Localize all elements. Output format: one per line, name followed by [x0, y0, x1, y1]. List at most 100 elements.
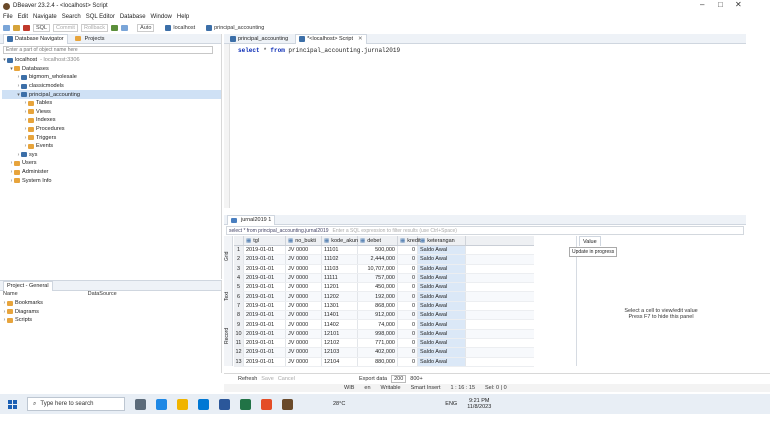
lock-icon[interactable]: [121, 24, 129, 31]
table-cell[interactable]: 450,000: [358, 283, 398, 292]
table-cell[interactable]: 2019-01-01: [244, 246, 286, 255]
table-cell[interactable]: JV 0000: [286, 246, 322, 255]
tree-item[interactable]: ▾ principal_accounting: [2, 90, 221, 99]
table-row[interactable]: 4 2019-01-01 JV 0000 11111 757,000 0 Saldo Awa…: [234, 273, 534, 284]
table-cell[interactable]: 11102: [322, 255, 358, 264]
table-cell[interactable]: 2019-01-01: [244, 348, 286, 357]
auto-commit-toggle[interactable]: Auto: [137, 23, 155, 32]
table-cell[interactable]: JV 0000: [286, 264, 322, 273]
edge-icon[interactable]: [156, 398, 167, 410]
new-connection-icon[interactable]: [3, 24, 10, 31]
table-cell[interactable]: JV 0000: [286, 255, 322, 264]
table-cell[interactable]: JV 0000: [286, 329, 322, 338]
table-cell[interactable]: 11111: [322, 273, 358, 283]
table-cell[interactable]: 2019-01-01: [244, 311, 286, 320]
table-cell[interactable]: 0: [398, 301, 418, 311]
tab-projects[interactable]: Projects: [72, 34, 108, 44]
connection-selector[interactable]: localhost: [165, 24, 195, 31]
table-cell[interactable]: 0: [398, 311, 418, 320]
table-cell[interactable]: Saldo Awal: [418, 292, 466, 301]
table-cell[interactable]: Saldo Awal: [418, 357, 466, 366]
table-cell[interactable]: 912,000: [358, 311, 398, 320]
tree-item[interactable]: › System Info: [2, 176, 221, 185]
table-cell[interactable]: 11103: [322, 264, 358, 273]
mail-icon[interactable]: [198, 398, 209, 410]
table-cell[interactable]: 11201: [322, 283, 358, 292]
column-header[interactable]: ▦ no_bukti: [286, 236, 322, 245]
fetch-size-input[interactable]: 200: [391, 374, 407, 383]
tree-item[interactable]: › Procedures: [2, 125, 221, 134]
table-cell[interactable]: JV 0000: [286, 320, 322, 329]
table-cell[interactable]: 12104: [322, 357, 358, 366]
table-cell[interactable]: Saldo Awal: [418, 311, 466, 320]
tree-item[interactable]: › Administer: [2, 168, 221, 177]
taskview-icon[interactable]: [135, 398, 146, 410]
excel-icon[interactable]: [240, 398, 251, 410]
table-cell[interactable]: JV 0000: [286, 357, 322, 366]
table-cell[interactable]: 757,000: [358, 273, 398, 283]
table-cell[interactable]: 2019-01-01: [244, 329, 286, 338]
table-cell[interactable]: 12102: [322, 338, 358, 348]
tab-close-icon[interactable]: ✕: [358, 36, 363, 42]
table-cell[interactable]: 192,000: [358, 292, 398, 301]
table-cell[interactable]: Saldo Awal: [418, 301, 466, 311]
table-cell[interactable]: 74,000: [358, 320, 398, 329]
table-cell[interactable]: 0: [398, 273, 418, 283]
table-cell[interactable]: 2019-01-01: [244, 292, 286, 301]
table-row[interactable]: 6 2019-01-01 JV 0000 11202 192,000 0 Saldo Awa…: [234, 292, 534, 302]
table-cell[interactable]: 10,707,000: [358, 264, 398, 273]
table-cell[interactable]: 11101: [322, 246, 358, 255]
table-row[interactable]: 13 2019-01-01 JV 0000 12104 880,000 0 Saldo Aw…: [234, 357, 534, 367]
tree-item[interactable]: › bigmom_wholesale: [2, 73, 221, 82]
table-cell[interactable]: 11202: [322, 292, 358, 301]
table-row[interactable]: 11 2019-01-01 JV 0000 12102 771,000 0 Saldo Aw…: [234, 338, 534, 349]
tree-item[interactable]: › Indexes: [2, 116, 221, 125]
export-data-button[interactable]: Export data: [359, 376, 387, 382]
side-tab-record[interactable]: Record: [224, 316, 230, 356]
tree-item[interactable]: › Tables: [2, 99, 221, 108]
table-cell[interactable]: 2019-01-01: [244, 273, 286, 283]
table-cell[interactable]: Saldo Awal: [418, 246, 466, 255]
tab-results-jurnal2019[interactable]: jurnal2019 1: [227, 214, 276, 225]
table-cell[interactable]: 868,000: [358, 301, 398, 311]
table-cell[interactable]: 0: [398, 348, 418, 357]
side-tab-grid[interactable]: Grid: [224, 236, 230, 276]
menu-sql-editor[interactable]: SQL Editor: [86, 14, 115, 20]
table-row[interactable]: 2 2019-01-01 JV 0000 11102 2,444,000 0 Saldo A…: [234, 255, 534, 265]
rollback-button[interactable]: Rollback: [80, 23, 109, 32]
chrome-icon[interactable]: [261, 398, 272, 410]
tree-item[interactable]: › Triggers: [2, 133, 221, 142]
refresh-button[interactable]: Refresh: [238, 376, 257, 382]
table-row[interactable]: 5 2019-01-01 JV 0000 11201 450,000 0 Saldo Awa…: [234, 283, 534, 293]
navigator-filter-input[interactable]: [3, 46, 213, 54]
table-row[interactable]: 8 2019-01-01 JV 0000 11401 912,000 0 Saldo Awa…: [234, 311, 534, 321]
tree-item[interactable]: › Users: [2, 159, 221, 168]
minimize-button[interactable]: –: [700, 0, 704, 9]
menu-navigate[interactable]: Navigate: [33, 14, 57, 20]
table-cell[interactable]: 998,000: [358, 329, 398, 338]
file-explorer-icon[interactable]: [177, 398, 188, 410]
table-cell[interactable]: 12103: [322, 348, 358, 357]
table-cell[interactable]: JV 0000: [286, 283, 322, 292]
menu-window[interactable]: Window: [151, 14, 172, 20]
result-filter-bar[interactable]: select * from principal_accounting.jurna…: [226, 226, 744, 235]
table-cell[interactable]: JV 0000: [286, 301, 322, 311]
column-header[interactable]: ▦ debet: [358, 236, 398, 245]
tree-item[interactable]: › Events: [2, 142, 221, 151]
table-cell[interactable]: JV 0000: [286, 338, 322, 348]
table-cell[interactable]: 0: [398, 264, 418, 273]
table-cell[interactable]: 11301: [322, 301, 358, 311]
table-cell[interactable]: 12101: [322, 329, 358, 338]
table-cell[interactable]: JV 0000: [286, 273, 322, 283]
table-cell[interactable]: Saldo Awal: [418, 338, 466, 348]
tab-script[interactable]: *<localhost> Script ✕: [295, 33, 367, 44]
tab-project-general[interactable]: Project - General: [3, 280, 53, 291]
table-cell[interactable]: 2019-01-01: [244, 338, 286, 348]
close-button[interactable]: ✕: [735, 0, 742, 9]
table-row[interactable]: 9 2019-01-01 JV 0000 11402 74,000 0 Saldo Awal: [234, 320, 534, 330]
tree-item[interactable]: ▾ Databases: [2, 65, 221, 74]
tree-item[interactable]: ▾ localhost - localhost:3306: [2, 56, 221, 65]
table-cell[interactable]: Saldo Awal: [418, 320, 466, 329]
table-cell[interactable]: 402,000: [358, 348, 398, 357]
tab-value[interactable]: Value: [579, 236, 601, 246]
